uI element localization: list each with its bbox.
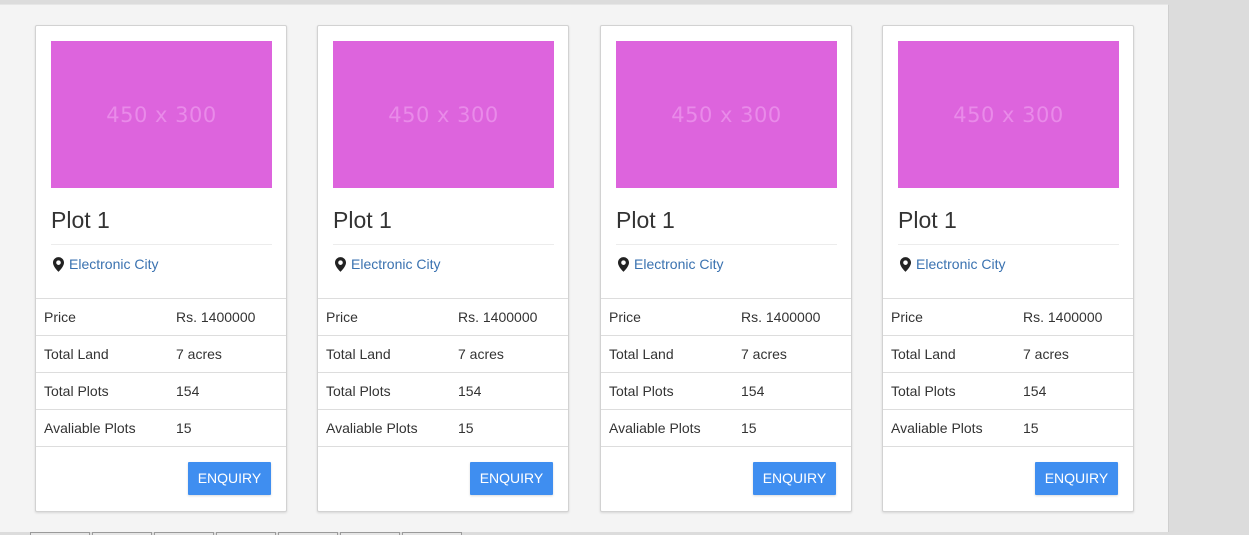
- plot-title: Plot 1: [616, 207, 675, 233]
- spec-label: Avaliable Plots: [318, 409, 450, 447]
- table-row: Avaliable Plots 15: [601, 409, 851, 447]
- image-placeholder-text: 450 x 300: [106, 102, 217, 127]
- spec-label: Price: [883, 298, 1015, 336]
- spec-value: 15: [733, 409, 851, 447]
- plot-specs-table: Price Rs. 1400000 Total Land 7 acres Total…: [318, 298, 568, 447]
- table-row: Price Rs. 1400000: [318, 298, 568, 336]
- table-row: Total Plots 154: [36, 372, 286, 410]
- location-text: Electronic City: [69, 256, 159, 272]
- table-row: Total Land 7 acres: [36, 335, 286, 373]
- spec-value: 154: [168, 372, 286, 410]
- spec-label: Total Plots: [318, 372, 450, 410]
- location-text: Electronic City: [634, 256, 724, 272]
- spec-label: Avaliable Plots: [883, 409, 1015, 447]
- location-link[interactable]: Electronic City: [335, 256, 440, 272]
- listing-area: 450 x 300 Plot 1 Electronic City Price Rs…: [0, 4, 1169, 532]
- spec-label: Total Land: [601, 335, 733, 373]
- spec-value: 154: [450, 372, 568, 410]
- spec-label: Total Land: [318, 335, 450, 373]
- location-text: Electronic City: [351, 256, 441, 272]
- spec-label: Total Plots: [36, 372, 168, 410]
- image-placeholder-text: 450 x 300: [671, 102, 782, 127]
- spec-value: 7 acres: [733, 335, 851, 373]
- enquiry-button[interactable]: ENQUIRY: [188, 462, 271, 495]
- plot-title: Plot 1: [333, 207, 392, 233]
- spec-label: Avaliable Plots: [36, 409, 168, 447]
- plot-title: Plot 1: [51, 207, 110, 233]
- spec-value: Rs. 1400000: [168, 298, 286, 336]
- divider: [898, 244, 1119, 245]
- table-row: Avaliable Plots 15: [883, 409, 1133, 447]
- spec-value: 154: [1015, 372, 1133, 410]
- plot-specs-table: Price Rs. 1400000 Total Land 7 acres Total…: [36, 298, 286, 447]
- plot-title: Plot 1: [898, 207, 957, 233]
- plot-image-placeholder[interactable]: 450 x 300: [333, 41, 554, 188]
- enquiry-button[interactable]: ENQUIRY: [470, 462, 553, 495]
- map-pin-icon: [900, 256, 911, 272]
- map-pin-icon: [53, 256, 64, 272]
- plot-specs-table: Price Rs. 1400000 Total Land 7 acres Total…: [883, 298, 1133, 447]
- table-row: Price Rs. 1400000: [36, 298, 286, 336]
- spec-label: Price: [36, 298, 168, 336]
- map-pin-icon: [335, 256, 346, 272]
- table-row: Price Rs. 1400000: [601, 298, 851, 336]
- table-row: Total Land 7 acres: [883, 335, 1133, 373]
- spec-label: Total Plots: [883, 372, 1015, 410]
- divider: [616, 244, 837, 245]
- spec-label: Total Plots: [601, 372, 733, 410]
- table-row: Avaliable Plots 15: [36, 409, 286, 447]
- enquiry-button[interactable]: ENQUIRY: [1035, 462, 1118, 495]
- spec-value: 15: [168, 409, 286, 447]
- plot-card: 450 x 300 Plot 1 Electronic City Price Rs…: [317, 25, 569, 512]
- table-row: Avaliable Plots 15: [318, 409, 568, 447]
- table-row: Total Plots 154: [883, 372, 1133, 410]
- plot-image-placeholder[interactable]: 450 x 300: [898, 41, 1119, 188]
- spec-value: 7 acres: [1015, 335, 1133, 373]
- spec-value: Rs. 1400000: [733, 298, 851, 336]
- spec-value: 7 acres: [450, 335, 568, 373]
- table-row: Price Rs. 1400000: [883, 298, 1133, 336]
- image-placeholder-text: 450 x 300: [388, 102, 499, 127]
- spec-value: Rs. 1400000: [450, 298, 568, 336]
- location-link[interactable]: Electronic City: [53, 256, 158, 272]
- plot-image-placeholder[interactable]: 450 x 300: [616, 41, 837, 188]
- divider: [333, 244, 554, 245]
- spec-value: 7 acres: [168, 335, 286, 373]
- plot-card: 450 x 300 Plot 1 Electronic City Price Rs…: [35, 25, 287, 512]
- spec-value: 15: [1015, 409, 1133, 447]
- location-link[interactable]: Electronic City: [618, 256, 723, 272]
- plot-card: 450 x 300 Plot 1 Electronic City Price Rs…: [600, 25, 852, 512]
- plot-card: 450 x 300 Plot 1 Electronic City Price Rs…: [882, 25, 1134, 512]
- spec-value: 154: [733, 372, 851, 410]
- location-text: Electronic City: [916, 256, 1006, 272]
- spec-label: Avaliable Plots: [601, 409, 733, 447]
- spec-label: Price: [318, 298, 450, 336]
- table-row: Total Land 7 acres: [318, 335, 568, 373]
- spec-label: Total Land: [36, 335, 168, 373]
- table-row: Total Land 7 acres: [601, 335, 851, 373]
- map-pin-icon: [618, 256, 629, 272]
- page: 450 x 300 Plot 1 Electronic City Price Rs…: [0, 0, 1249, 535]
- table-row: Total Plots 154: [601, 372, 851, 410]
- spec-label: Price: [601, 298, 733, 336]
- plot-image-placeholder[interactable]: 450 x 300: [51, 41, 272, 188]
- spec-value: Rs. 1400000: [1015, 298, 1133, 336]
- table-row: Total Plots 154: [318, 372, 568, 410]
- enquiry-button[interactable]: ENQUIRY: [753, 462, 836, 495]
- spec-value: 15: [450, 409, 568, 447]
- divider: [51, 244, 272, 245]
- plot-specs-table: Price Rs. 1400000 Total Land 7 acres Total…: [601, 298, 851, 447]
- location-link[interactable]: Electronic City: [900, 256, 1005, 272]
- spec-label: Total Land: [883, 335, 1015, 373]
- image-placeholder-text: 450 x 300: [953, 102, 1064, 127]
